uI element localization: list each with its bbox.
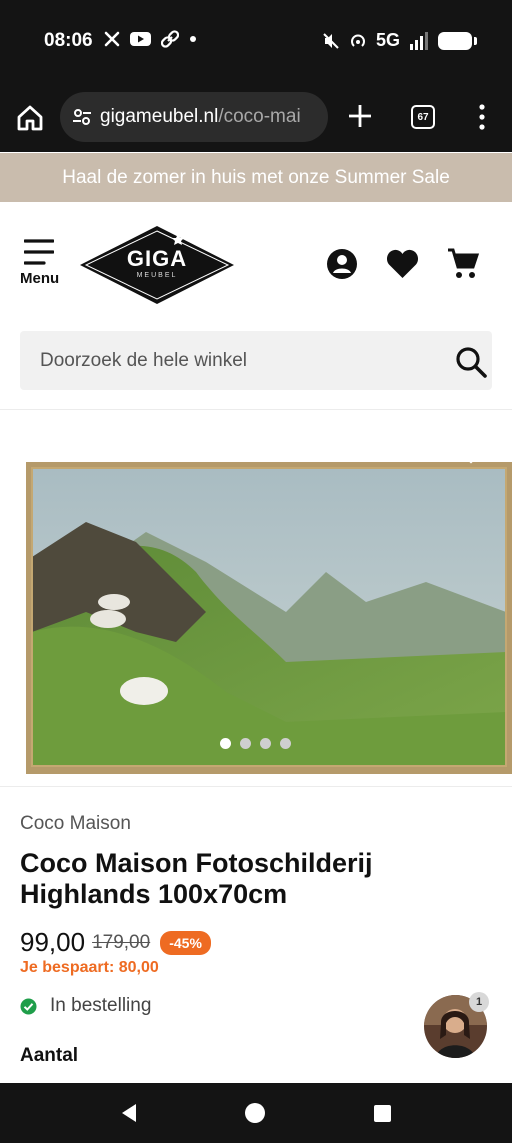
product-image[interactable] xyxy=(26,462,512,774)
promo-text: Haal de zomer in huis met onze Summer Sa… xyxy=(62,166,450,188)
quantity-label: Aantal xyxy=(20,1045,79,1066)
gallery-dot[interactable] xyxy=(260,738,271,749)
status-time: 08:06 xyxy=(44,30,93,51)
savings-text: Je bespaart: 80,00 xyxy=(20,959,159,976)
divider xyxy=(0,409,512,410)
notification-dot-icon xyxy=(190,36,196,42)
home-icon[interactable] xyxy=(14,102,46,134)
price-row: 99,00 179,00 -45% xyxy=(20,927,211,958)
battery-icon xyxy=(438,31,477,50)
product-title: Coco Maison Fotoschilderij Highlands 100… xyxy=(20,848,373,909)
search-input[interactable]: Doorzoek de hele winkel xyxy=(20,331,492,390)
url-bar[interactable]: gigameubel.nl/coco-mai xyxy=(60,92,328,142)
recents-icon[interactable] xyxy=(373,1104,392,1123)
gallery-dot[interactable] xyxy=(220,738,231,749)
site-header: Menu GIGA MEUBEL xyxy=(0,202,512,322)
tune-icon[interactable] xyxy=(70,105,94,129)
back-icon[interactable] xyxy=(118,1102,140,1124)
current-price: 99,00 xyxy=(20,927,86,957)
stock-status: In bestelling xyxy=(20,995,151,1017)
browser-toolbar: gigameubel.nl/coco-mai 67 xyxy=(0,82,512,152)
search-icon[interactable] xyxy=(454,345,488,379)
home-circle-icon[interactable] xyxy=(244,1102,266,1124)
hamburger-icon xyxy=(24,239,54,265)
mute-icon xyxy=(323,32,339,49)
menu-dots-icon[interactable] xyxy=(470,102,494,132)
promo-banner[interactable]: Haal de zomer in huis met onze Summer Sa… xyxy=(0,153,512,202)
url-host: gigameubel.nl xyxy=(100,106,219,127)
divider xyxy=(0,786,512,787)
cart-icon[interactable] xyxy=(446,247,480,281)
heart-icon[interactable] xyxy=(386,248,419,279)
system-nav-bar xyxy=(0,1083,512,1143)
hotspot-icon xyxy=(351,34,365,47)
old-price: 179,00 xyxy=(92,931,151,953)
logo-subtext: MEUBEL xyxy=(136,272,178,279)
stock-label: In bestelling xyxy=(50,995,152,1016)
status-bar: 08:06 5G xyxy=(0,0,512,82)
gallery-pagination xyxy=(220,738,291,749)
discount-badge: -45% xyxy=(160,930,211,955)
logo-text: GIGA xyxy=(126,246,188,271)
youtube-icon xyxy=(130,32,151,46)
signal-icon xyxy=(410,31,428,50)
tab-switcher-button[interactable]: 67 xyxy=(411,105,435,129)
account-icon[interactable] xyxy=(326,248,358,280)
search-placeholder: Doorzoek de hele winkel xyxy=(40,350,248,371)
wishlist-toggle-icon[interactable] xyxy=(458,440,484,464)
link-icon xyxy=(161,30,179,48)
gallery-dot[interactable] xyxy=(240,738,251,749)
menu-button[interactable]: Menu xyxy=(18,238,62,294)
product-gallery[interactable] xyxy=(0,420,512,785)
product-brand[interactable]: Coco Maison xyxy=(20,813,131,835)
network-label: 5G xyxy=(375,30,400,50)
plus-icon[interactable] xyxy=(346,102,374,130)
gallery-dot[interactable] xyxy=(280,738,291,749)
x-icon xyxy=(104,31,120,47)
chat-badge: 1 xyxy=(469,992,489,1012)
giga-meubel-logo[interactable]: GIGA MEUBEL xyxy=(78,224,236,306)
menu-label: Menu xyxy=(20,270,60,287)
url-path: /coco-mai xyxy=(218,106,301,127)
check-circle-icon xyxy=(20,998,37,1014)
